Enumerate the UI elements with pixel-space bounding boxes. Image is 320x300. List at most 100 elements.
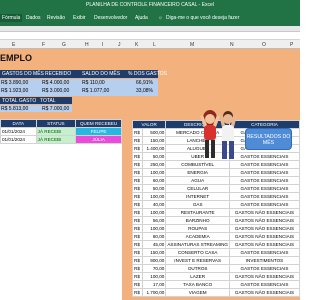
expense-value[interactable]: 80,00 [141, 232, 167, 241]
expense-category[interactable]: GASTOS ESSENCIAIS [229, 152, 300, 161]
col-header[interactable]: K [135, 42, 138, 48]
expense-currency[interactable]: R$ [132, 160, 143, 169]
tab-view[interactable]: Exibir [73, 15, 86, 21]
deposit-who[interactable]: FELIPE [75, 127, 122, 136]
expense-currency[interactable]: R$ [132, 128, 143, 137]
expense-currency[interactable]: R$ [132, 168, 143, 177]
expense-currency[interactable]: R$ [132, 288, 143, 297]
expense-description[interactable]: VIAGEM [165, 288, 230, 297]
expense-description[interactable]: BARZINHO [165, 216, 230, 225]
expense-currency[interactable]: R$ [132, 200, 143, 209]
expense-description[interactable]: ROUPAS [165, 224, 230, 233]
results-of-month-button[interactable]: RESULTADOS DO MÊS [245, 128, 292, 150]
expense-category[interactable]: GASTOS ESSENCIAIS [229, 168, 300, 177]
tell-me-box[interactable]: Diga-me o que você deseja fazer [166, 15, 239, 21]
summary-cell[interactable]: R$ 3.890,00 [1, 80, 28, 86]
expense-value[interactable]: 70,00 [141, 264, 167, 273]
tab-formulas[interactable]: Fórmula [0, 14, 23, 22]
expense-value[interactable]: 56,00 [141, 216, 167, 225]
summary-cell[interactable]: R$ 1.923,00 [1, 88, 28, 94]
col-header[interactable]: G [62, 42, 66, 48]
formula-bar[interactable] [0, 32, 300, 40]
expense-category[interactable]: GASTOS NÃO ESSENCIAIS [229, 208, 300, 217]
expense-description[interactable]: OUTROS [165, 264, 230, 273]
expense-value[interactable]: 500,00 [141, 128, 167, 137]
expense-currency[interactable]: R$ [132, 272, 143, 281]
tab-review[interactable]: Revisão [47, 15, 65, 21]
expense-value[interactable]: 60,00 [141, 176, 167, 185]
expense-category[interactable]: GASTOS ESSENCIAIS [229, 192, 300, 201]
expense-category[interactable]: GASTOS ESSENCIAIS [229, 248, 300, 257]
expense-currency[interactable]: R$ [132, 256, 143, 265]
expense-value[interactable]: 45,00 [141, 240, 167, 249]
expense-category[interactable]: GASTOS ESSENCIAIS [229, 200, 300, 209]
tab-developer[interactable]: Desenvolvedor [94, 15, 127, 21]
tab-help[interactable]: Ajuda [135, 15, 148, 21]
expense-currency[interactable]: R$ [132, 240, 143, 249]
expense-currency[interactable]: R$ [132, 208, 143, 217]
expense-currency[interactable]: R$ [132, 264, 143, 273]
expense-category[interactable]: GASTOS ESSENCIAIS [229, 280, 300, 289]
expense-currency[interactable]: R$ [132, 152, 143, 161]
col-header[interactable]: M [190, 42, 194, 48]
expense-category[interactable]: GASTOS NÃO ESSENCIAIS [229, 240, 300, 249]
worksheet[interactable]: EMPLO GASTOS DO MÊS RECEBIDO SALDO DO MÊ… [0, 49, 300, 300]
expense-value[interactable]: 40,00 [141, 200, 167, 209]
summary-cell[interactable]: R$ 4.000,00 [42, 80, 69, 86]
expense-description[interactable]: CELULAR [165, 184, 230, 193]
deposit-status[interactable]: JÁ RECEBI [35, 135, 77, 144]
col-header[interactable]: E [12, 42, 15, 48]
expense-value[interactable]: 100,00 [141, 224, 167, 233]
expense-category[interactable]: GASTOS ESSENCIAIS [229, 264, 300, 273]
expense-value[interactable]: 100,00 [141, 272, 167, 281]
expense-currency[interactable]: R$ [132, 176, 143, 185]
expense-category[interactable]: GASTOS NÃO ESSENCIAIS [229, 272, 300, 281]
expense-value[interactable]: 250,00 [141, 160, 167, 169]
summary-cell[interactable]: R$ 110,00 [82, 80, 105, 86]
expense-description[interactable]: INTERNET [165, 192, 230, 201]
deposit-date[interactable]: 01/01/2024 [0, 135, 37, 144]
total-gasto-value[interactable]: R$ 5.813,00 [1, 106, 28, 112]
col-header[interactable]: P [290, 42, 293, 48]
expense-category[interactable]: GASTOS NÃO ESSENCIAIS [229, 232, 300, 241]
expense-value[interactable]: 50,00 [141, 152, 167, 161]
expense-currency[interactable]: R$ [132, 184, 143, 193]
expense-category[interactable]: GASTOS ESSENCIAIS [229, 176, 300, 185]
expense-value[interactable]: 17,00 [141, 280, 167, 289]
expense-value[interactable]: 50,00 [141, 184, 167, 193]
expense-category[interactable]: GASTOS ESSENCIAIS [229, 160, 300, 169]
expense-currency[interactable]: R$ [132, 144, 143, 153]
expense-description[interactable]: CONSERTO CASA [165, 248, 230, 257]
expense-description[interactable]: AGUA [165, 176, 230, 185]
expense-value[interactable]: 100,00 [141, 192, 167, 201]
expense-currency[interactable]: R$ [132, 280, 143, 289]
col-header[interactable]: O [262, 42, 266, 48]
col-header[interactable]: L [153, 42, 156, 48]
summary-cell[interactable]: R$ 3.000,00 [42, 88, 69, 94]
expense-value[interactable]: 150,00 [141, 136, 167, 145]
deposit-who[interactable]: JÚLIA [75, 135, 122, 144]
col-header[interactable]: N [230, 42, 234, 48]
expense-category[interactable]: INVESTIMENTOS [229, 256, 300, 265]
total-value[interactable]: R$ 7.000,00 [42, 106, 69, 112]
deposits-empty-area[interactable] [0, 144, 122, 300]
summary-cell[interactable]: R$ 1.077,00 [82, 88, 109, 94]
expense-description[interactable]: INVEST E RESERVAS [165, 256, 230, 265]
summary-cell[interactable]: 66,91% [136, 80, 153, 86]
expense-currency[interactable]: R$ [132, 232, 143, 241]
expense-description[interactable]: ENERGIA [165, 168, 230, 177]
summary-cell[interactable]: 33,08% [136, 88, 153, 94]
expense-description[interactable]: LAZER [165, 272, 230, 281]
expense-currency[interactable]: R$ [132, 216, 143, 225]
expense-currency[interactable]: R$ [132, 248, 143, 257]
expense-value[interactable]: 900,00 [141, 256, 167, 265]
deposit-status[interactable]: JÁ RECEBI [35, 127, 77, 136]
expense-value[interactable]: 150,00 [141, 248, 167, 257]
expense-value[interactable]: 1.700,00 [141, 288, 167, 297]
deposit-date[interactable]: 01/01/2024 [0, 127, 37, 136]
expense-currency[interactable]: R$ [132, 136, 143, 145]
expense-currency[interactable]: R$ [132, 224, 143, 233]
expense-value[interactable]: 100,00 [141, 168, 167, 177]
col-header[interactable]: I [102, 42, 103, 48]
col-header[interactable]: J [118, 42, 121, 48]
